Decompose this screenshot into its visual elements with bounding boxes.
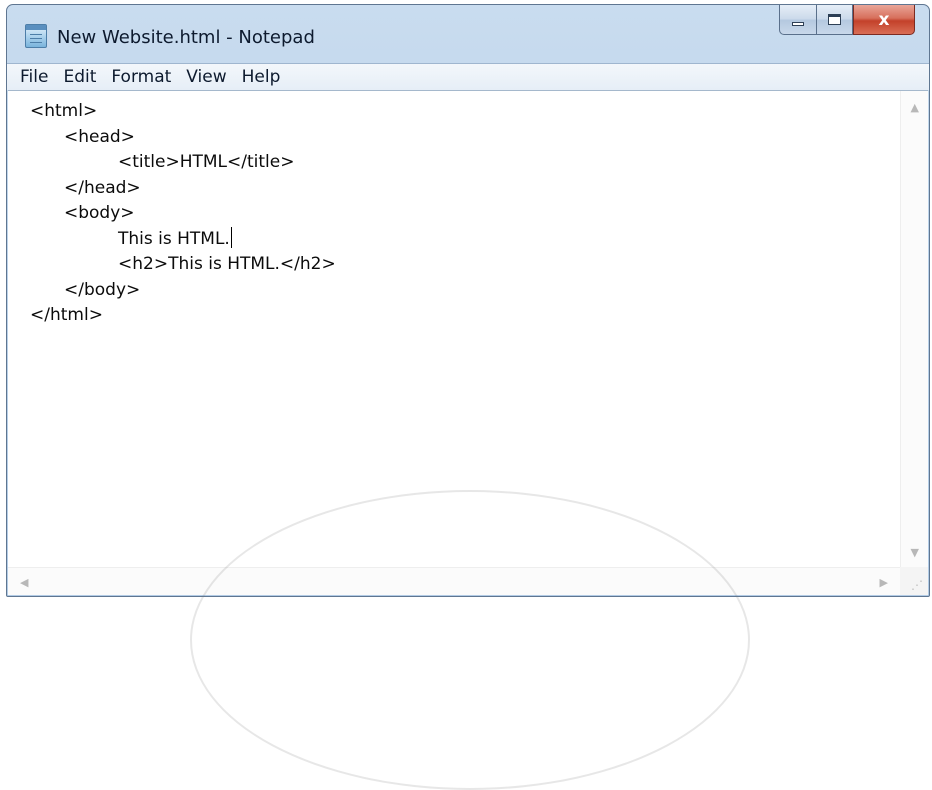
code-line: <head> (30, 125, 888, 151)
horizontal-scrollbar[interactable]: ◀ ▶ (8, 567, 900, 595)
code-line: </html> (30, 303, 888, 329)
menu-help[interactable]: Help (235, 65, 288, 89)
code-line: <html> (30, 99, 888, 125)
notepad-window: New Website.html - Notepad x File Edit F… (6, 4, 930, 597)
code-line-text: </html> (30, 305, 103, 325)
scroll-right-icon[interactable]: ▶ (880, 576, 888, 589)
text-cursor (230, 226, 233, 248)
maximize-button[interactable] (816, 5, 853, 35)
code-line-text: This is HTML. (118, 228, 230, 249)
code-line-text: <html> (30, 101, 98, 121)
code-line: <h2>This is HTML.</h2> (30, 252, 888, 278)
text-area[interactable]: <html> <head> <title>HTML</title> </head> <b… (30, 99, 888, 555)
close-icon: x (878, 9, 890, 30)
menu-bar: File Edit Format View Help (7, 63, 929, 90)
title-bar[interactable]: New Website.html - Notepad x (7, 5, 929, 63)
menu-file[interactable]: File (13, 65, 55, 89)
code-line: This is HTML. (30, 226, 888, 253)
code-line: <title>HTML</title> (30, 150, 888, 176)
scroll-up-icon[interactable]: ▲ (911, 101, 919, 114)
maximize-icon (828, 14, 841, 25)
code-line-text: </body> (64, 279, 141, 300)
notepad-icon[interactable] (25, 24, 47, 48)
caption-buttons: x (779, 5, 915, 35)
code-line-text: </head> (64, 177, 141, 198)
resize-grip-icon[interactable] (900, 567, 928, 595)
window-title: New Website.html - Notepad (57, 27, 315, 48)
text-editor[interactable]: <html> <head> <title>HTML</title> </head> <b… (8, 90, 928, 595)
menu-format[interactable]: Format (104, 65, 178, 89)
code-line: </body> (30, 278, 888, 304)
code-line-text: <head> (64, 126, 135, 147)
vertical-scrollbar[interactable]: ▲ ▼ (900, 91, 928, 567)
scroll-down-icon[interactable]: ▼ (911, 546, 919, 559)
minimize-icon (792, 21, 804, 26)
code-line: </head> (30, 176, 888, 202)
code-line: <body> (30, 201, 888, 227)
scroll-left-icon[interactable]: ◀ (20, 576, 28, 589)
close-button[interactable]: x (853, 5, 915, 35)
menu-edit[interactable]: Edit (56, 65, 103, 89)
menu-view[interactable]: View (179, 65, 233, 89)
code-line-text: <title>HTML</title> (118, 152, 295, 172)
code-line-text: <h2>This is HTML.</h2> (118, 254, 336, 274)
code-line-text: <body> (64, 203, 135, 223)
minimize-button[interactable] (779, 5, 816, 35)
